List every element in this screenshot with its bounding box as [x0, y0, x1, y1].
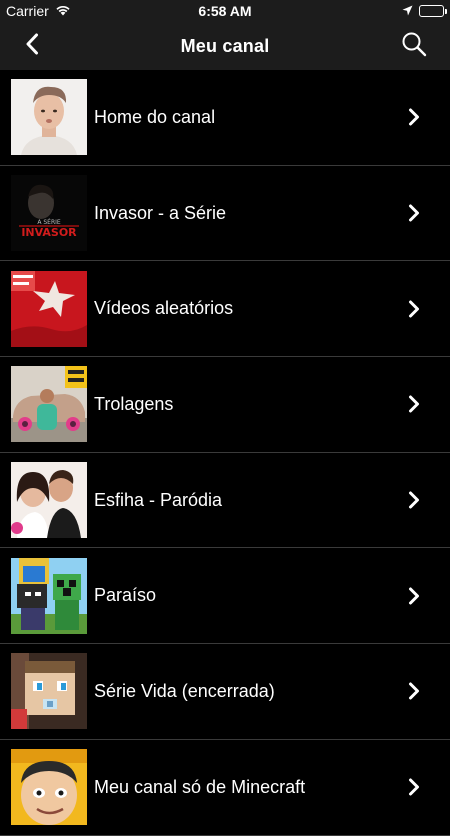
list-item[interactable]: Home do canal: [0, 70, 450, 166]
list-item[interactable]: Meu canal só de Minecraft: [0, 740, 450, 836]
list-item[interactable]: Vídeos aleatórios: [0, 261, 450, 358]
carrier-label: Carrier: [6, 3, 49, 19]
thumbnail-serie-vida: [11, 653, 87, 730]
list-item[interactable]: Paraíso: [0, 548, 450, 645]
thumbnail-esfiha: [11, 462, 87, 539]
list-item-label: Meu canal só de Minecraft: [94, 776, 306, 797]
chevron-right-icon: [404, 394, 424, 414]
status-bar: Carrier 6:58 AM: [0, 0, 450, 22]
chevron-right-icon: [404, 490, 424, 510]
thumbnail-trolagens: [11, 366, 87, 443]
chevron-right-icon: [404, 107, 424, 127]
playlist-list: Home do canal A SÉRIE INVASOR Invasor - …: [0, 70, 450, 836]
list-item-label: Paraíso: [94, 585, 157, 606]
list-item[interactable]: A SÉRIE INVASOR Invasor - a Série: [0, 166, 450, 262]
status-right: [402, 3, 447, 19]
list-item[interactable]: Série Vida (encerrada): [0, 644, 450, 740]
chevron-right-icon: [404, 681, 424, 701]
thumbnail-paraiso: [11, 557, 87, 634]
battery-icon: [419, 5, 447, 17]
status-left: Carrier: [6, 3, 71, 19]
list-item[interactable]: Esfiha - Paródia: [0, 453, 450, 549]
list-item-label: Esfiha - Paródia: [94, 489, 223, 510]
chevron-right-icon: [404, 586, 424, 606]
thumbnail-home: [11, 79, 87, 156]
location-arrow-icon: [402, 3, 413, 19]
thumbnail-minecraft: [11, 749, 87, 826]
list-item-label: Vídeos aleatórios: [94, 298, 234, 319]
back-button[interactable]: [18, 32, 46, 60]
list-item-label: Home do canal: [94, 106, 216, 127]
thumbnail-videos: [11, 270, 87, 347]
wifi-icon: [55, 3, 71, 19]
list-item-label: Invasor - a Série: [94, 202, 227, 223]
navigation-bar: Meu canal: [0, 22, 450, 70]
chevron-right-icon: [404, 777, 424, 797]
invasor-small-text: A SÉRIE: [37, 218, 61, 226]
chevron-right-icon: [404, 299, 424, 319]
invasor-title-text: INVASOR: [21, 226, 77, 239]
search-button[interactable]: [400, 32, 428, 60]
list-item[interactable]: Trolagens: [0, 357, 450, 453]
list-item-label: Série Vida (encerrada): [94, 680, 275, 701]
chevron-right-icon: [404, 203, 424, 223]
thumbnail-invasor: A SÉRIE INVASOR: [11, 175, 87, 252]
list-item-label: Trolagens: [94, 393, 174, 414]
page-title: Meu canal: [180, 35, 270, 56]
chevron-left-icon: [25, 33, 39, 60]
search-icon: [401, 31, 427, 62]
